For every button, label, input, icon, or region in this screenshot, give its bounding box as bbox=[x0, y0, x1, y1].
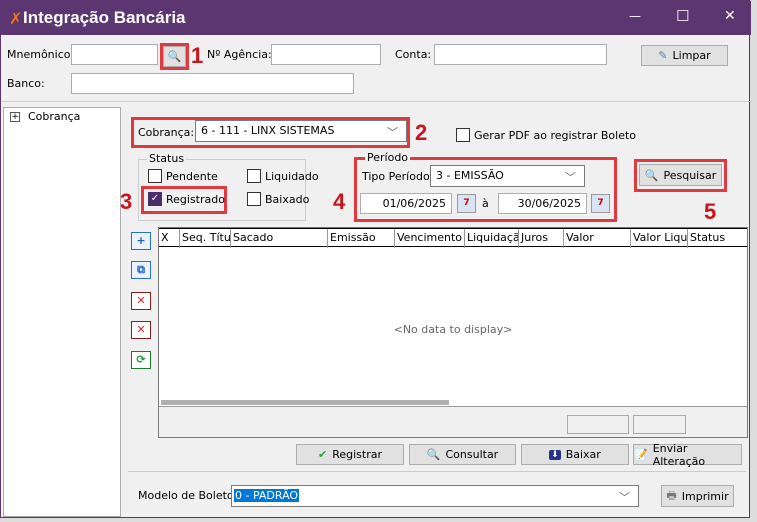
limpar-button[interactable]: ✎ Limpar bbox=[641, 45, 728, 66]
periodo-title: Período bbox=[365, 151, 411, 164]
footer-summary-box bbox=[633, 415, 686, 434]
col-juros[interactable]: Juros bbox=[519, 229, 564, 248]
delete-icon[interactable]: ✕ bbox=[131, 292, 151, 310]
registrado-checkbox[interactable]: ✓ bbox=[148, 192, 162, 206]
tree-panel: + Cobrança bbox=[3, 107, 121, 517]
chevron-down-icon: ﹀ bbox=[619, 491, 630, 504]
col-liquidacao[interactable]: Liquidação bbox=[465, 229, 519, 248]
close-button[interactable]: ✕ bbox=[724, 8, 736, 24]
mnemonico-label: Mnemônico: bbox=[7, 48, 75, 61]
annotation-4: 4 bbox=[333, 189, 346, 214]
registrar-button[interactable]: ✔ Registrar bbox=[296, 444, 404, 465]
magnifier-icon: 🔍 bbox=[167, 50, 182, 63]
annotation-2: 2 bbox=[415, 120, 428, 145]
modelo-boleto-select[interactable]: 0 - PADRÃO ﹀ bbox=[231, 485, 639, 507]
liquidado-checkbox[interactable] bbox=[247, 169, 261, 183]
tree-expand-icon[interactable]: + bbox=[10, 112, 20, 122]
magnifier-icon: 🔍 bbox=[426, 448, 441, 461]
pendente-checkbox[interactable] bbox=[148, 169, 162, 183]
enviar-alteracao-button[interactable]: 📝 Enviar Alteração bbox=[633, 442, 742, 468]
tipo-periodo-label: Tipo Período: bbox=[362, 170, 434, 183]
magnifier-icon: 🔍 bbox=[644, 168, 659, 182]
annotation-3: 3 bbox=[120, 189, 133, 214]
results-grid: X Seq. Títul Sacado Emissão Vencimento L… bbox=[158, 227, 748, 438]
date-separator: à bbox=[482, 197, 489, 210]
pesquisar-button[interactable]: 🔍 Pesquisar bbox=[639, 164, 722, 186]
banco-input[interactable] bbox=[71, 73, 354, 94]
add-icon[interactable]: + bbox=[131, 232, 151, 250]
grid-footer bbox=[159, 406, 747, 437]
consultar-button[interactable]: 🔍 Consultar bbox=[409, 444, 516, 465]
conta-label: Conta: bbox=[395, 48, 432, 61]
chevron-down-icon: ﹀ bbox=[387, 126, 398, 139]
app-logo-icon: ✗ bbox=[9, 9, 23, 28]
col-x[interactable]: X bbox=[159, 229, 180, 248]
col-seq[interactable]: Seq. Títul bbox=[180, 229, 231, 248]
annotation-5: 5 bbox=[704, 199, 717, 224]
eraser-icon: ✎ bbox=[658, 49, 668, 62]
minimize-button[interactable]: — bbox=[629, 9, 641, 23]
tree-item-cobranca[interactable]: Cobrança bbox=[28, 110, 80, 123]
mnemonico-input[interactable] bbox=[71, 44, 158, 65]
mnemonico-search-button[interactable]: 🔍 bbox=[163, 46, 186, 67]
empty-grid-text: <No data to display> bbox=[393, 323, 513, 336]
edit-document-icon: 📝 bbox=[634, 448, 648, 461]
registrado-label: Registrado bbox=[166, 193, 225, 206]
footer-summary-box bbox=[567, 415, 629, 434]
status-title: Status bbox=[147, 152, 187, 165]
gerar-pdf-checkbox[interactable] bbox=[456, 128, 470, 142]
window-title: Integração Bancária bbox=[23, 8, 186, 27]
add-multiple-icon[interactable]: ⧉ bbox=[131, 261, 151, 279]
conta-input[interactable] bbox=[434, 44, 607, 65]
col-status[interactable]: Status bbox=[688, 229, 747, 248]
printer-icon: 🖶 bbox=[666, 488, 677, 502]
baixado-label: Baixado bbox=[265, 193, 310, 206]
integracao-bancaria-window: ✗ Integração Bancária — ☐ ✕ Mnemônico: 🔍… bbox=[0, 0, 751, 518]
cobranca-select[interactable]: 6 - 111 - LINX SISTEMAS ﹀ bbox=[195, 120, 407, 142]
download-icon: ⬇ bbox=[549, 449, 561, 460]
liquidado-label: Liquidado bbox=[265, 170, 319, 183]
horizontal-scrollbar[interactable] bbox=[161, 400, 449, 405]
imprimir-button[interactable]: 🖶 Imprimir bbox=[661, 485, 734, 507]
cobranca-label: Cobrança: bbox=[138, 126, 195, 139]
col-sacado[interactable]: Sacado bbox=[231, 229, 328, 248]
calendar-icon[interactable]: 7 bbox=[591, 194, 610, 213]
col-emissao[interactable]: Emissão bbox=[328, 229, 395, 248]
calendar-icon[interactable]: 7 bbox=[457, 194, 476, 213]
banco-label: Banco: bbox=[7, 77, 45, 90]
agencia-input[interactable] bbox=[271, 44, 381, 65]
title-bar: ✗ Integração Bancária — ☐ ✕ bbox=[1, 1, 751, 35]
agencia-label: Nº Agência: bbox=[207, 48, 272, 61]
checkmark-icon: ✔ bbox=[317, 448, 328, 461]
annotation-1: 1 bbox=[191, 43, 204, 68]
maximize-button[interactable]: ☐ bbox=[676, 7, 689, 25]
divider bbox=[1, 101, 751, 102]
divider bbox=[128, 471, 746, 472]
baixar-button[interactable]: ⬇ Baixar bbox=[521, 444, 629, 465]
date-to-input[interactable]: 30/06/2025 bbox=[498, 193, 587, 214]
chevron-down-icon: ﹀ bbox=[565, 171, 576, 184]
col-vencimento[interactable]: Vencimento bbox=[395, 229, 465, 248]
baixado-checkbox[interactable] bbox=[247, 192, 261, 206]
gerar-pdf-label: Gerar PDF ao registrar Boleto bbox=[474, 129, 637, 142]
delete-multiple-icon[interactable]: ✕ bbox=[131, 321, 151, 339]
refresh-icon[interactable]: ⟳ bbox=[131, 351, 151, 369]
col-valor[interactable]: Valor bbox=[564, 229, 631, 248]
modelo-boleto-label: Modelo de Boleto: bbox=[138, 489, 238, 502]
tipo-periodo-select[interactable]: 3 - EMISSÃO ﹀ bbox=[430, 165, 585, 187]
col-valor-liquido[interactable]: Valor Liquic bbox=[631, 229, 688, 248]
date-from-input[interactable]: 01/06/2025 bbox=[360, 193, 452, 214]
pendente-label: Pendente bbox=[166, 170, 218, 183]
grid-header: X Seq. Títul Sacado Emissão Vencimento L… bbox=[159, 228, 747, 248]
